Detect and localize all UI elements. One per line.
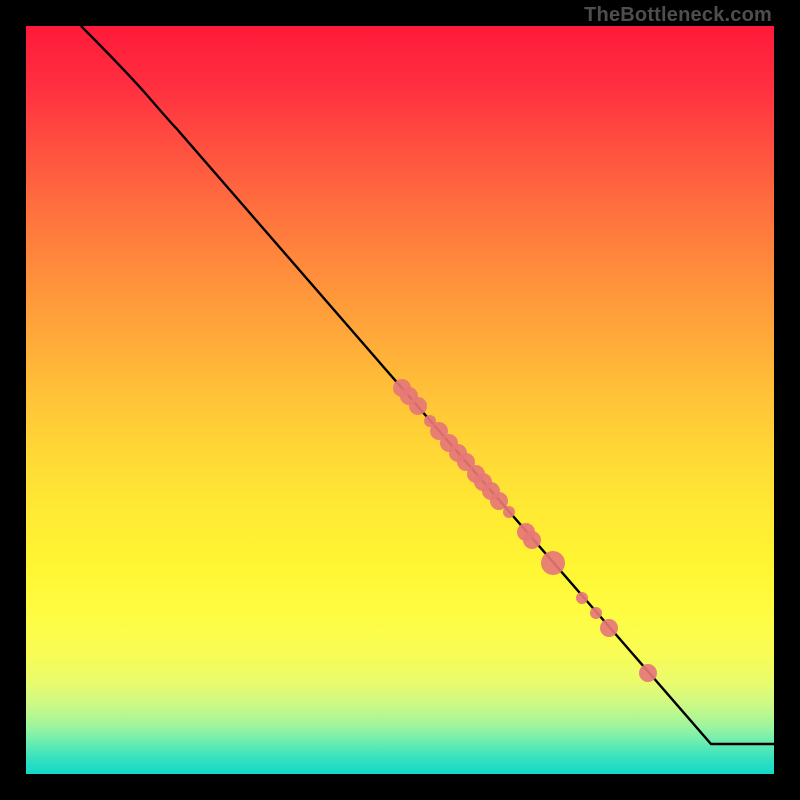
data-point (639, 664, 657, 682)
chart-container: TheBottleneck.com (0, 0, 800, 800)
chart-svg (26, 26, 774, 774)
plot-area (26, 26, 774, 774)
data-point (600, 619, 618, 637)
data-point (409, 397, 427, 415)
data-point (523, 531, 541, 549)
watermark-text: TheBottleneck.com (584, 4, 772, 27)
curve-line (81, 26, 774, 744)
data-point (541, 551, 565, 575)
data-point (590, 607, 602, 619)
data-point (503, 506, 515, 518)
data-point (576, 592, 588, 604)
